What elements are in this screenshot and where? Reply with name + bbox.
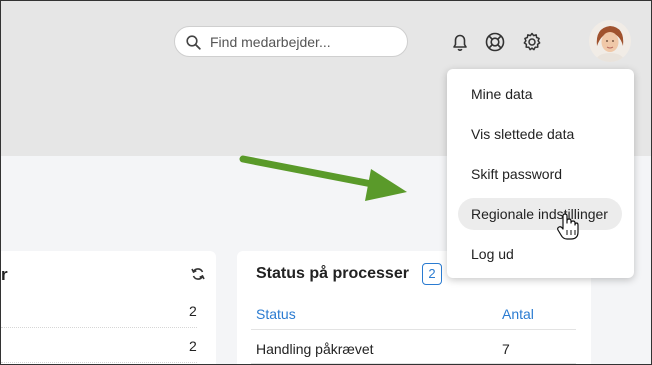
summary-value: 2 [189, 303, 197, 319]
bell-icon[interactable] [449, 31, 471, 53]
search-icon [186, 35, 201, 55]
search-input[interactable]: Find medarbejder... [210, 34, 331, 50]
card-title: r [1, 265, 8, 284]
row-status[interactable]: Handling påkrævet [256, 341, 374, 357]
menu-item-log-ud[interactable]: Log ud [471, 246, 514, 262]
divider [1, 327, 197, 328]
menu-item-mine-data[interactable]: Mine data [471, 86, 532, 102]
lifebuoy-icon[interactable] [484, 31, 506, 53]
column-header-count[interactable]: Antal [502, 306, 534, 322]
column-header-status[interactable]: Status [256, 306, 296, 322]
count-badge: 2 [422, 263, 442, 285]
divider [1, 362, 197, 363]
row-count: 7 [502, 341, 510, 357]
search-box[interactable]: Find medarbejder... [174, 26, 408, 57]
divider [251, 329, 576, 330]
avatar[interactable] [589, 20, 631, 62]
summary-value: 2 [189, 338, 197, 354]
card-title: Status på processer [256, 265, 409, 282]
divider [251, 363, 576, 364]
hand-cursor-icon [557, 213, 579, 240]
menu-item-vis-slettede-data[interactable]: Vis slettede data [471, 126, 574, 142]
app-window: Find medarbejder... r 2 2 Status på proc… [0, 0, 652, 365]
refresh-icon[interactable] [191, 267, 205, 286]
menu-item-regionale-indstillinger[interactable]: Regionale indstillinger [471, 206, 608, 222]
annotation-arrow-icon [239, 155, 407, 201]
summary-card: r 2 2 [1, 251, 216, 364]
menu-item-skift-password[interactable]: Skift password [471, 166, 562, 182]
gear-icon[interactable] [521, 31, 543, 53]
user-menu: Mine data Vis slettede data Skift passwo… [447, 69, 634, 278]
